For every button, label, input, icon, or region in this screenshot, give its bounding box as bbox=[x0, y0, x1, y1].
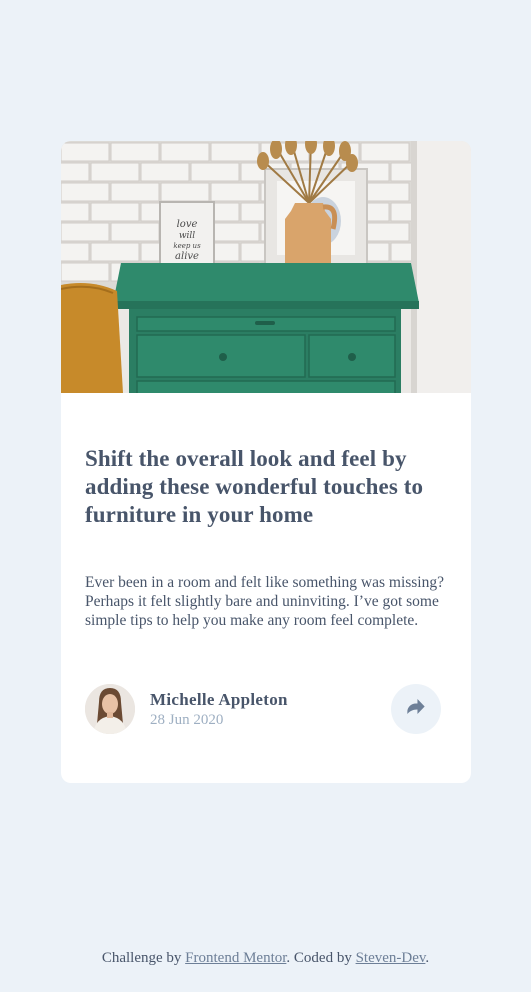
frame-text: love bbox=[177, 219, 198, 230]
footer-middle: . Coded by bbox=[286, 950, 356, 966]
frontend-mentor-link[interactable]: Frontend Mentor bbox=[185, 950, 286, 966]
article-description: Ever been in a room and felt like someth… bbox=[85, 574, 444, 629]
author-block: Michelle Appleton 28 Jun 2020 bbox=[85, 684, 288, 734]
attribution-footer: Challenge by Frontend Mentor. Coded by S… bbox=[0, 950, 531, 967]
author-name: Michelle Appleton bbox=[150, 689, 288, 709]
footer-suffix: . bbox=[425, 950, 430, 966]
svg-text:keep us: keep us bbox=[173, 242, 201, 250]
coder-link[interactable]: Steven-Dev bbox=[356, 950, 426, 966]
author-date: 28 Jun 2020 bbox=[150, 711, 224, 728]
svg-text:alive: alive bbox=[175, 251, 199, 262]
svg-text:will: will bbox=[179, 231, 195, 241]
article-card: love will keep us alive Shift the overal… bbox=[61, 141, 471, 783]
share-button[interactable] bbox=[391, 684, 441, 734]
article-title: Shift the overall look and feel by addin… bbox=[85, 446, 424, 527]
avatar bbox=[85, 684, 135, 734]
article-image: love will keep us alive bbox=[61, 141, 471, 393]
share-icon bbox=[407, 699, 425, 719]
footer-prefix: Challenge by bbox=[101, 950, 186, 966]
